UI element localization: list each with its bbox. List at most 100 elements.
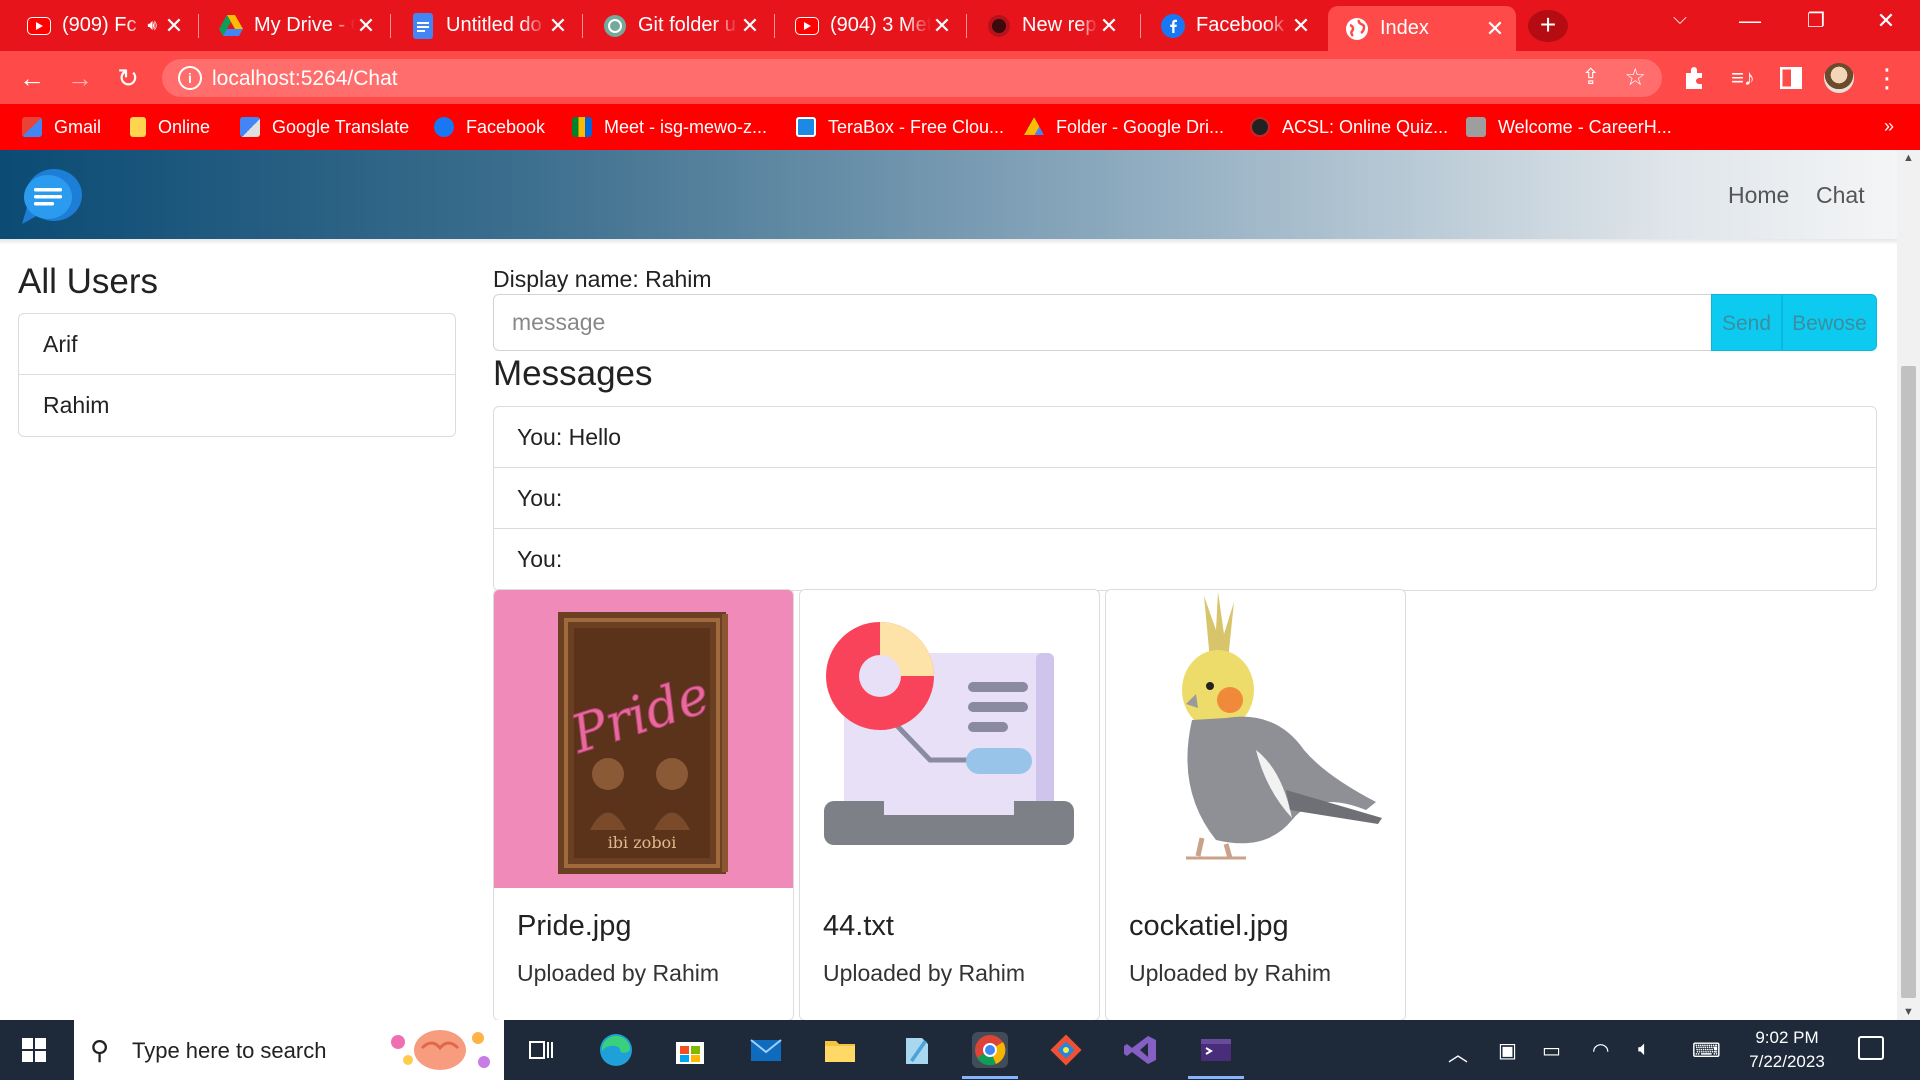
browse-button[interactable]: Bewose [1782, 294, 1877, 351]
bookmark-acsl[interactable]: ACSL: Online Quiz... [1250, 112, 1448, 142]
tab-youtube-909[interactable]: (909) Fc 🔊︎ ✕ [10, 6, 195, 45]
close-tab-icon[interactable]: ✕ [1484, 17, 1506, 40]
file-name[interactable]: cockatiel.jpg [1129, 910, 1289, 943]
scroll-down-arrow-icon[interactable]: ▼ [1897, 1006, 1920, 1018]
book-cover-image[interactable]: Pride ibi zoboi [494, 590, 793, 888]
tab-youtube-904[interactable]: (904) 3 Met ✕ [778, 6, 963, 45]
bookmark-google-translate[interactable]: Google Translate [240, 112, 409, 142]
close-tab-icon[interactable]: ✕ [1098, 14, 1120, 37]
terabox-icon [796, 117, 816, 137]
volume-icon[interactable]: 🔈︎ [1638, 1038, 1650, 1061]
messages-list: You: Hello You: You: [493, 406, 1877, 591]
file-card[interactable]: cockatiel.jpg Uploaded by Rahim [1105, 589, 1406, 1020]
tab-untitled-doc[interactable]: Untitled do ✕ [394, 6, 579, 45]
side-panel-icon[interactable] [1776, 63, 1806, 93]
close-window-icon[interactable]: ✕ [1866, 8, 1906, 38]
minimize-icon[interactable]: — [1730, 8, 1770, 38]
google-docs-icon [410, 12, 436, 39]
task-view-icon[interactable] [522, 1032, 558, 1068]
message-input[interactable] [493, 294, 1711, 351]
close-tab-icon[interactable]: ✕ [547, 14, 569, 37]
tab-git-folder[interactable]: Git folder u ✕ [586, 6, 771, 45]
tab-new-repository[interactable]: New reposi ✕ [970, 6, 1130, 45]
tab-title: (904) 3 Met [830, 14, 931, 36]
bookmark-online[interactable]: Online [130, 112, 210, 142]
meet-now-icon[interactable]: ▣ [1498, 1038, 1517, 1063]
system-clock[interactable]: 9:02 PM 7/22/2023 [1728, 1026, 1846, 1074]
nav-chat-link[interactable]: Chat [1816, 182, 1865, 209]
keyboard-layout-icon[interactable]: ⌨︎ [1692, 1038, 1721, 1063]
chat-logo-icon[interactable] [20, 168, 84, 226]
file-explorer-icon[interactable] [822, 1032, 858, 1068]
wifi-icon[interactable]: ◠ [1592, 1038, 1609, 1063]
bookmark-star-icon[interactable]: ☆ [1624, 63, 1646, 92]
user-item[interactable]: Rahim [19, 375, 455, 436]
git-app-icon[interactable] [1048, 1032, 1084, 1068]
bookmark-facebook[interactable]: Facebook [434, 112, 545, 142]
uploaded-by-label: Uploaded by Rahim [823, 960, 1026, 986]
profile-avatar[interactable] [1824, 63, 1854, 93]
book-cover-author: ibi zoboi [608, 833, 677, 852]
windows-taskbar: ⚲ Type here to search ︿ ▣ ▭ ◠ 🔈︎ ⌨︎ 9:02… [0, 1020, 1920, 1080]
user-item[interactable]: Arif [19, 314, 455, 375]
close-tab-icon[interactable]: ✕ [931, 14, 953, 37]
nav-home-link[interactable]: Home [1728, 182, 1789, 209]
extensions-puzzle-icon[interactable] [1680, 63, 1710, 93]
file-name[interactable]: Pride.jpg [517, 910, 631, 943]
notification-center-icon[interactable] [1858, 1036, 1884, 1060]
page-scrollbar[interactable]: ▲ ▼ [1897, 150, 1920, 1020]
send-button[interactable]: Send [1711, 294, 1782, 351]
close-tab-icon[interactable]: ✕ [1290, 14, 1312, 37]
taskbar-search-box[interactable]: ⚲ Type here to search [74, 1020, 504, 1080]
forward-arrow-icon[interactable]: → [64, 62, 96, 94]
tab-title: (909) Fc [62, 14, 137, 36]
bookmark-careerhub[interactable]: Welcome - CareerH... [1466, 112, 1672, 142]
reload-icon[interactable]: ↻ [112, 62, 144, 94]
url-text[interactable]: localhost:5264/Chat [212, 67, 398, 91]
new-tab-button[interactable]: + [1528, 10, 1568, 42]
tab-index-active[interactable]: Index ✕ [1328, 6, 1516, 51]
windows-start-icon[interactable] [22, 1038, 46, 1062]
tab-title: Index [1380, 17, 1429, 39]
notepad-app-icon[interactable] [898, 1032, 934, 1068]
back-arrow-icon[interactable]: ← [16, 62, 48, 94]
chrome-icon[interactable] [972, 1032, 1008, 1068]
tab-my-drive[interactable]: My Drive - G ✕ [202, 6, 387, 45]
site-info-icon[interactable]: i [178, 66, 202, 90]
close-tab-icon[interactable]: ✕ [355, 14, 377, 37]
tab-search-icon[interactable]: ⌵ [1660, 8, 1700, 38]
show-hidden-icons-chevron[interactable]: ︿ [1448, 1038, 1468, 1067]
more-bookmarks-chevron-icon[interactable]: » [1884, 116, 1894, 137]
bookmark-meet[interactable]: Meet - isg-mewo-z... [572, 112, 767, 142]
tab-facebook[interactable]: Facebook ✕ [1144, 6, 1322, 45]
terminal-icon[interactable] [1198, 1032, 1234, 1068]
bookmark-google-drive-folder[interactable]: Folder - Google Dri... [1024, 112, 1224, 142]
share-icon[interactable]: ⇪ [1582, 64, 1600, 90]
file-card[interactable]: 44.txt Uploaded by Rahim [799, 589, 1100, 1020]
bookmark-gmail[interactable]: Gmail [22, 112, 101, 142]
bookmark-terabox[interactable]: TeraBox - Free Clou... [796, 112, 1004, 142]
file-card[interactable]: Pride ibi zoboi Pride.jpg Uploaded by Ra… [493, 589, 794, 1020]
document-illustration[interactable] [800, 590, 1099, 888]
edge-browser-icon[interactable] [598, 1032, 634, 1068]
more-menu-icon[interactable]: ⋮ [1872, 63, 1902, 93]
visual-studio-icon[interactable] [1122, 1032, 1158, 1068]
speaker-icon[interactable]: 🔊︎ [148, 17, 157, 34]
scrollbar-thumb[interactable] [1901, 366, 1916, 998]
clock-date: 7/22/2023 [1749, 1052, 1825, 1071]
message-item: You: [517, 546, 563, 572]
facebook-icon [434, 117, 454, 137]
close-tab-icon[interactable]: ✕ [163, 14, 185, 37]
close-tab-icon[interactable]: ✕ [739, 14, 761, 37]
globe-icon [1344, 16, 1370, 42]
battery-icon[interactable]: ▭ [1542, 1038, 1561, 1063]
microsoft-store-icon[interactable] [672, 1032, 708, 1068]
google-drive-icon [1024, 117, 1044, 135]
restore-icon[interactable]: ❐ [1796, 8, 1836, 38]
file-name[interactable]: 44.txt [823, 910, 894, 943]
address-bar[interactable]: i localhost:5264/Chat ⇪ ☆ [162, 59, 1662, 97]
cockatiel-image[interactable] [1106, 590, 1405, 888]
media-control-icon[interactable]: ≡♪ [1728, 63, 1758, 93]
scroll-up-arrow-icon[interactable]: ▲ [1897, 152, 1920, 164]
mail-icon[interactable] [748, 1032, 784, 1068]
